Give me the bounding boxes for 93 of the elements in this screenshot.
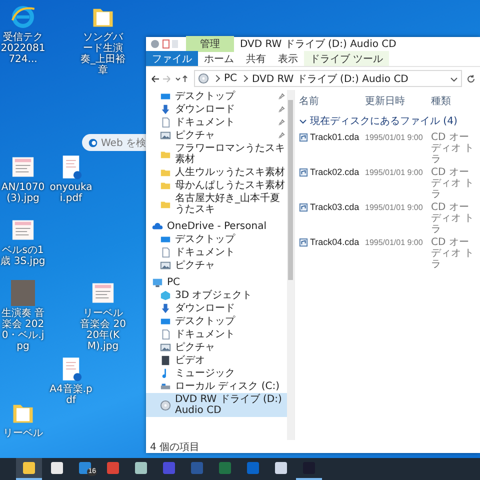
- file-date: 1995/01/01 9:00: [365, 132, 424, 143]
- pin-icon: [278, 93, 285, 100]
- file-name[interactable]: Track04.cda: [299, 237, 365, 247]
- nav-item[interactable]: ダウンロード: [146, 103, 287, 116]
- navigation-arrows-icon[interactable]: [150, 74, 190, 84]
- pin-icon: [278, 106, 285, 113]
- picture-icon: [160, 342, 171, 353]
- web-search-box[interactable]: Web を検: [82, 134, 146, 151]
- desktop-icon-label: AN/1070(3).jpg: [0, 182, 46, 204]
- desktop-icon-label: ソングバード生演奏_上田裕章: [80, 32, 126, 76]
- audio-file-icon: [299, 168, 308, 176]
- window-title: DVD RW ドライブ (D:) Audio CD: [240, 38, 396, 51]
- desktop-icon-label: ベルsの1歳 3S.jpg: [0, 245, 46, 267]
- file-tab[interactable]: ファイル: [146, 51, 198, 66]
- picture-icon: [160, 130, 171, 141]
- desktop-icon: [160, 316, 171, 327]
- nav-item[interactable]: OneDrive - Personal: [146, 220, 287, 233]
- nav-item[interactable]: 人生ウルッうたスキ素材: [146, 166, 287, 179]
- breadcrumb[interactable]: DVD RW ドライブ (D:) Audio CD: [252, 72, 408, 86]
- file-name[interactable]: Track03.cda: [299, 202, 365, 212]
- address-bar[interactable]: PC DVD RW ドライブ (D:) Audio CD: [194, 70, 462, 87]
- drive-icon: [160, 381, 171, 392]
- taskbar-button[interactable]: [16, 458, 42, 480]
- cloud-icon: [152, 221, 163, 232]
- nav-item[interactable]: PC: [146, 276, 287, 289]
- column-header[interactable]: 更新日時: [365, 94, 431, 108]
- nav-item[interactable]: DVD RW ドライブ (D:) Audio CD: [146, 393, 287, 417]
- desktop-icon-label: 受信テク 2022081724...: [0, 32, 46, 65]
- film-icon: [160, 355, 171, 366]
- download-arrow-icon: [160, 303, 171, 314]
- scrollbar[interactable]: [287, 90, 294, 440]
- nav-item[interactable]: ピクチャ: [146, 341, 287, 354]
- audio-file-icon: [299, 202, 308, 212]
- pin-icon: [278, 119, 285, 126]
- download-arrow-icon: [160, 104, 171, 115]
- ribbon-tab[interactable]: 共有: [240, 51, 272, 66]
- pin-icon: [278, 132, 285, 139]
- chevron-icon: [299, 117, 307, 125]
- nav-item[interactable]: デスクトップ: [146, 315, 287, 328]
- picture-icon: [160, 260, 171, 271]
- file-name[interactable]: Track02.cda: [299, 167, 365, 177]
- desktop-icon: [160, 234, 171, 245]
- desktop-icon-label: リーベル: [3, 428, 43, 439]
- column-header[interactable]: 種類: [431, 94, 476, 108]
- file-date: 1995/01/01 9:00: [365, 237, 424, 248]
- context-tab-header: 管理: [186, 36, 234, 52]
- computer-icon: [152, 277, 163, 288]
- file-type: CD オーディオ トラ: [431, 132, 476, 165]
- dropdown-chevron-icon[interactable]: [450, 74, 458, 82]
- file-type: CD オーディオ トラ: [431, 167, 476, 200]
- file-type: CD オーディオ トラ: [431, 237, 476, 270]
- column-header[interactable]: 名前: [299, 94, 365, 108]
- nav-item[interactable]: ドキュメント: [146, 116, 287, 129]
- file-type: CD オーディオ トラ: [431, 202, 476, 235]
- document-icon: [160, 117, 171, 128]
- nav-item[interactable]: ドキュメント: [146, 328, 287, 341]
- document-icon: [160, 247, 171, 258]
- nav-item[interactable]: 名古屋大好き_山本千夏うたスキ: [146, 192, 287, 216]
- nav-item[interactable]: ピクチャ: [146, 129, 287, 142]
- nav-item[interactable]: ローカル ディスク (C:): [146, 380, 287, 393]
- nav-item[interactable]: ドキュメント: [146, 246, 287, 259]
- nav-item[interactable]: フラワーロマンうたスキ素材: [146, 142, 287, 166]
- desktop-icon-label: onyoukai.pdf: [48, 182, 94, 204]
- file-date: 1995/01/01 9:00: [365, 202, 424, 213]
- desktop-icon-label: 生演奏 音楽会 2020・ベル.jpg: [0, 308, 46, 352]
- audio-file-icon: [299, 238, 308, 246]
- nav-item[interactable]: ミュージック: [146, 367, 287, 380]
- file-name[interactable]: Track01.cda: [299, 132, 365, 142]
- scrollbar-thumb[interactable]: [288, 100, 293, 280]
- file-date: 1995/01/01 9:00: [365, 167, 424, 178]
- desktop-icon: [160, 91, 171, 102]
- quick-access-toolbar-icon[interactable]: [150, 39, 180, 49]
- nav-item[interactable]: ビデオ: [146, 354, 287, 367]
- nav-item[interactable]: ダウンロード: [146, 302, 287, 315]
- breadcrumb[interactable]: PC: [224, 73, 238, 84]
- nav-item[interactable]: 3D オブジェクト: [146, 289, 287, 302]
- desktop-icon-label: A4音楽.pdf: [48, 384, 94, 406]
- ribbon-tab[interactable]: ホーム: [198, 51, 240, 66]
- nav-item[interactable]: デスクトップ: [146, 233, 287, 246]
- group-header[interactable]: 現在ディスクにあるファイル (4): [299, 114, 476, 128]
- disc-icon: [160, 400, 171, 410]
- disc-icon: [198, 73, 209, 84]
- nav-item[interactable]: 母かんぱしうたスキ素材: [146, 179, 287, 192]
- document-icon: [160, 329, 171, 340]
- browser-e-icon[interactable]: [10, 4, 36, 30]
- desktop-icon-label: リーベル音楽会 2020年(KM).jpg: [80, 308, 126, 352]
- nav-item[interactable]: デスクトップ: [146, 90, 287, 103]
- audio-file-icon: [299, 132, 308, 142]
- ribbon-tab[interactable]: 表示: [272, 51, 304, 66]
- nav-item[interactable]: ピクチャ: [146, 259, 287, 272]
- refresh-icon[interactable]: [466, 74, 476, 84]
- status-text: 4 個の項目: [150, 440, 200, 454]
- cube-icon: [160, 290, 171, 301]
